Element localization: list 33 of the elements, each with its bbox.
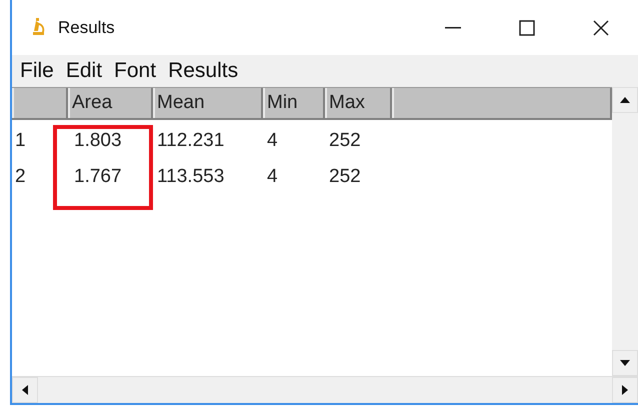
row-number: 1 <box>14 130 27 152</box>
menu-item[interactable]: Font <box>108 59 162 83</box>
scroll-down-button[interactable] <box>612 350 638 376</box>
horizontal-scrollbar[interactable] <box>12 376 638 403</box>
minimize-icon <box>445 26 461 28</box>
table-cell-text: 113.553 <box>156 166 226 188</box>
row-number: 2 <box>14 166 27 188</box>
header-corner <box>12 88 68 118</box>
up-arrow-icon <box>620 95 630 105</box>
table-cell-text: 252 <box>328 166 362 188</box>
table-cell-text: 1.767 <box>73 166 123 188</box>
table-cell-text: 1.803 <box>73 130 123 152</box>
menu-item[interactable]: Results <box>162 59 244 83</box>
maximize-icon <box>519 20 535 36</box>
left-arrow-icon <box>20 385 30 395</box>
table-cell-text: 4 <box>266 130 279 152</box>
window-title: Results <box>58 18 116 38</box>
scroll-up-button[interactable] <box>612 87 638 113</box>
column-header[interactable]: Area <box>68 88 153 118</box>
close-icon <box>593 20 609 36</box>
vertical-scrollbar[interactable] <box>612 87 638 376</box>
menu-item[interactable]: Edit <box>60 59 108 83</box>
table-cell-text: 4 <box>266 166 279 188</box>
menu-item[interactable]: File <box>14 59 60 83</box>
column-header[interactable]: Mean <box>153 88 263 118</box>
right-arrow-icon <box>620 385 630 395</box>
scroll-right-button[interactable] <box>612 377 638 403</box>
table-cell-text: 112.231 <box>156 130 226 152</box>
down-arrow-icon <box>620 358 630 368</box>
scroll-left-button[interactable] <box>12 377 38 403</box>
table-cell-text: 252 <box>328 130 362 152</box>
column-header[interactable]: Max <box>325 88 392 118</box>
column-header[interactable]: Min <box>263 88 325 118</box>
